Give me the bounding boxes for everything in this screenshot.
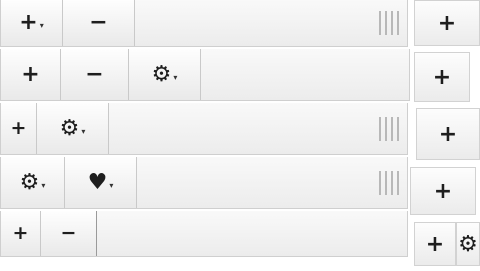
toolbar-4: ⚙ ▾ ♥ ▾ xyxy=(0,157,408,209)
side-settings-button[interactable]: ⚙ xyxy=(456,222,480,266)
plus-icon: + xyxy=(437,10,457,36)
gear-icon: ⚙ xyxy=(19,169,40,195)
settings-dropdown-button[interactable]: ⚙ ▾ xyxy=(1,157,65,208)
plus-icon: + xyxy=(438,121,458,147)
plus-icon: + xyxy=(425,231,445,257)
remove-button[interactable]: − xyxy=(63,0,135,46)
toolbar-2: + − ⚙ ▾ xyxy=(0,49,410,101)
minus-icon: − xyxy=(85,61,104,87)
remove-button[interactable]: − xyxy=(41,211,97,256)
side-add-button-4[interactable]: + xyxy=(410,167,476,215)
add-button[interactable]: + xyxy=(1,211,41,256)
side-add-button-5[interactable]: + xyxy=(414,222,456,266)
caret-down-icon: ▾ xyxy=(39,21,44,30)
side-add-button-3[interactable]: + xyxy=(416,108,480,160)
side-add-button-1[interactable]: + xyxy=(414,0,480,46)
caret-down-icon: ▾ xyxy=(109,180,114,190)
gear-icon: ⚙ xyxy=(59,115,80,141)
add-dropdown-button[interactable]: + ▾ xyxy=(1,0,63,46)
plus-icon: + xyxy=(433,178,453,204)
toolbar-spacer xyxy=(201,49,409,100)
add-button[interactable]: + xyxy=(1,49,61,100)
toolbar-5: + − xyxy=(0,211,408,257)
side-add-button-2[interactable]: + xyxy=(414,52,470,102)
gear-icon: ⚙ xyxy=(458,231,478,257)
favorite-dropdown-button[interactable]: ♥ ▾ xyxy=(65,157,137,208)
toolbar-spacer xyxy=(137,157,407,208)
minus-icon: − xyxy=(60,222,77,244)
minus-icon: − xyxy=(89,10,108,35)
plus-icon: + xyxy=(10,117,27,139)
settings-dropdown-button[interactable]: ⚙ ▾ xyxy=(129,49,201,100)
resize-grip-icon[interactable] xyxy=(379,170,399,195)
toolbar-1: + ▾ − xyxy=(0,0,408,47)
plus-icon: + xyxy=(19,10,38,35)
remove-button[interactable]: − xyxy=(61,49,129,100)
toolbar-spacer xyxy=(135,0,407,46)
plus-icon: + xyxy=(12,222,29,244)
add-button[interactable]: + xyxy=(1,103,37,154)
heart-icon: ♥ xyxy=(87,169,108,195)
toolbar-3: + ⚙ ▾ xyxy=(0,103,408,155)
toolbar-spacer xyxy=(109,103,407,154)
plus-icon: + xyxy=(21,61,40,87)
caret-down-icon: ▾ xyxy=(81,126,86,136)
toolbar-spacer xyxy=(97,211,407,256)
gear-icon: ⚙ xyxy=(151,61,172,87)
plus-icon: + xyxy=(432,64,452,90)
resize-grip-icon[interactable] xyxy=(379,11,399,35)
resize-grip-icon[interactable] xyxy=(379,116,399,141)
caret-down-icon: ▾ xyxy=(173,72,178,82)
caret-down-icon: ▾ xyxy=(41,180,46,190)
settings-dropdown-button[interactable]: ⚙ ▾ xyxy=(37,103,109,154)
